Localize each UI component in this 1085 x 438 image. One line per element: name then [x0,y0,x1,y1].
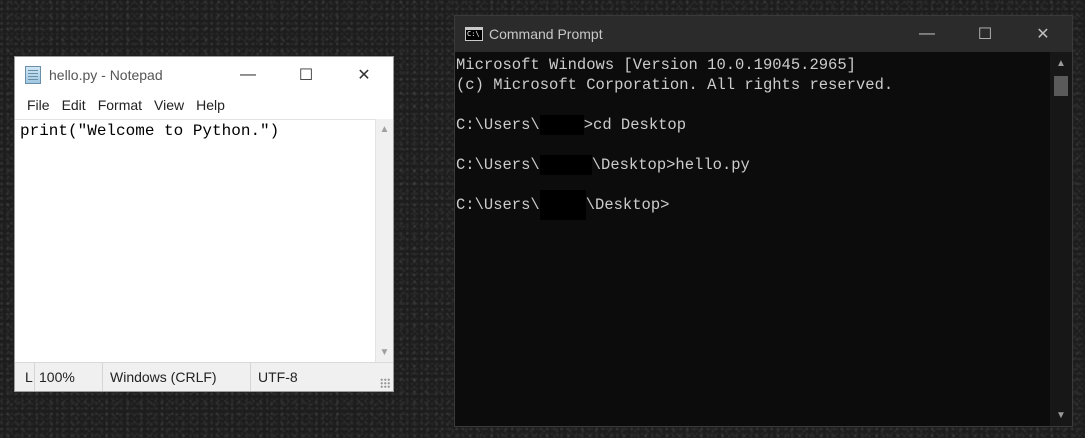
notepad-maximize-button[interactable]: ☐ [277,57,335,93]
redacted-username [539,155,592,175]
prompt-path: C:\Users\ [456,196,540,214]
cmd-prompt-line: C:\Users\ \Desktop>hello.py [456,155,1050,175]
menu-file[interactable]: File [21,94,56,116]
command-prompt-window[interactable]: C:\ Command Prompt — ☐ ✕ Microsoft Windo… [454,15,1073,427]
notepad-window-title: hello.py - Notepad [49,67,163,83]
notepad-menubar: File Edit Format View Help [15,93,393,117]
cmd-prompt-line: C:\Users\ >cd Desktop [456,115,1050,135]
cmd-titlebar[interactable]: C:\ Command Prompt — ☐ ✕ [455,16,1072,52]
cmd-minimize-button[interactable]: — [898,16,956,52]
prompt-path: C:\Users\ [456,116,540,134]
cmd-version-line: Microsoft Windows [Version 10.0.19045.29… [456,56,856,74]
prompt-command: \Desktop>hello.py [591,156,750,174]
notepad-close-button[interactable]: ✕ [335,57,393,93]
scroll-up-arrow-icon[interactable]: ▲ [1050,54,1072,72]
menu-view[interactable]: View [148,94,190,116]
status-zoom: 100% [35,363,103,391]
scroll-thumb[interactable] [1054,76,1068,96]
notepad-text-editor[interactable]: print("Welcome to Python.") [15,119,375,363]
menu-help[interactable]: Help [190,94,231,116]
cmd-maximize-button[interactable]: ☐ [956,16,1014,52]
prompt-command: >cd Desktop [583,116,687,134]
cmd-window-title: Command Prompt [489,26,603,42]
notepad-statusbar: L 100% Windows (CRLF) UTF-8 [15,362,393,391]
redacted-username [539,115,584,135]
status-encoding: UTF-8 [258,369,298,385]
menu-format[interactable]: Format [92,94,148,116]
prompt-path: C:\Users\ [456,156,540,174]
prompt-current: \Desktop> [585,196,670,214]
notepad-app-icon [25,66,41,84]
resize-grip-icon[interactable] [380,378,390,388]
cmd-app-icon: C:\ [465,27,483,41]
notepad-vertical-scrollbar[interactable]: ▲ ▼ [375,119,393,363]
notepad-minimize-button[interactable]: — [219,57,277,93]
menu-edit[interactable]: Edit [56,94,92,116]
scroll-down-arrow-icon[interactable]: ▼ [1050,406,1072,424]
cmd-vertical-scrollbar[interactable]: ▲ ▼ [1050,52,1072,426]
cmd-prompt-line: C:\Users\ \Desktop> [456,190,1050,220]
status-cursor-position: L [15,363,35,391]
notepad-window[interactable]: hello.py - Notepad — ☐ ✕ File Edit Forma… [14,56,394,392]
status-line-ending: Windows (CRLF) [103,363,251,391]
cmd-console-output[interactable]: Microsoft Windows [Version 10.0.19045.29… [455,52,1050,426]
redacted-username [539,190,586,220]
cmd-copyright-line: (c) Microsoft Corporation. All rights re… [456,76,894,94]
scroll-down-arrow-icon[interactable]: ▼ [376,344,393,361]
notepad-titlebar[interactable]: hello.py - Notepad — ☐ ✕ [15,57,393,93]
scroll-up-arrow-icon[interactable]: ▲ [376,121,393,138]
cmd-close-button[interactable]: ✕ [1014,16,1072,52]
